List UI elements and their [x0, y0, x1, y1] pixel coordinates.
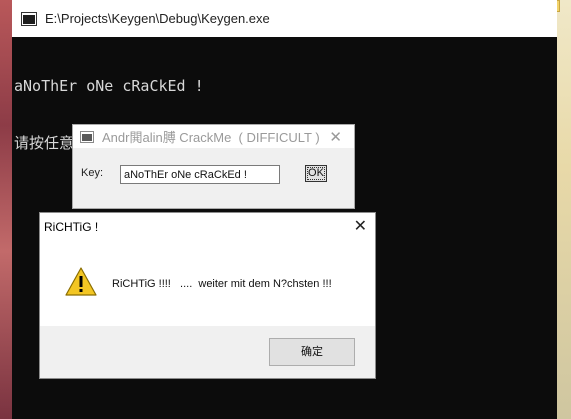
close-icon[interactable]: ✕	[329, 128, 342, 146]
warning-icon	[65, 267, 97, 296]
ok-button[interactable]: 确定	[269, 338, 355, 366]
console-app-icon	[21, 11, 37, 26]
crackme-app-icon	[80, 130, 94, 143]
message-box-titlebar[interactable]: RiCHTiG ! ✕	[40, 213, 375, 239]
console-titlebar[interactable]: E:\Projects\Keygen\Debug\Keygen.exe	[12, 0, 557, 37]
message-box-title: RiCHTiG !	[44, 220, 99, 234]
key-label: Key:	[81, 167, 104, 179]
message-box-footer: 确定	[40, 326, 375, 378]
message-text: RiCHTiG !!!! .... weiter mit dem N?chste…	[112, 278, 332, 290]
console-title: E:\Projects\Keygen\Debug\Keygen.exe	[45, 11, 270, 26]
desktop-wallpaper-left	[0, 0, 12, 419]
desktop: E:\Projects\Keygen\Debug\Keygen.exe aNoT…	[0, 0, 571, 419]
message-box: RiCHTiG ! ✕ RiCHTiG !!!! .... weiter mit…	[39, 212, 376, 379]
crackme-window: Andr閧alin膊 CrackMe ( DIFFICULT ) ✕ Key: …	[72, 124, 355, 209]
close-icon[interactable]: ✕	[354, 216, 367, 236]
desktop-wallpaper-right	[557, 0, 571, 419]
crackme-title: Andr閧alin膊 CrackMe ( DIFFICULT )	[102, 130, 320, 145]
crackme-ok-button[interactable]: OK	[305, 165, 327, 182]
crackme-titlebar[interactable]: Andr閧alin膊 CrackMe ( DIFFICULT ) ✕	[73, 125, 354, 148]
key-input[interactable]	[120, 165, 280, 184]
console-line: aNoThEr oNe cRaCkEd !	[14, 77, 204, 95]
